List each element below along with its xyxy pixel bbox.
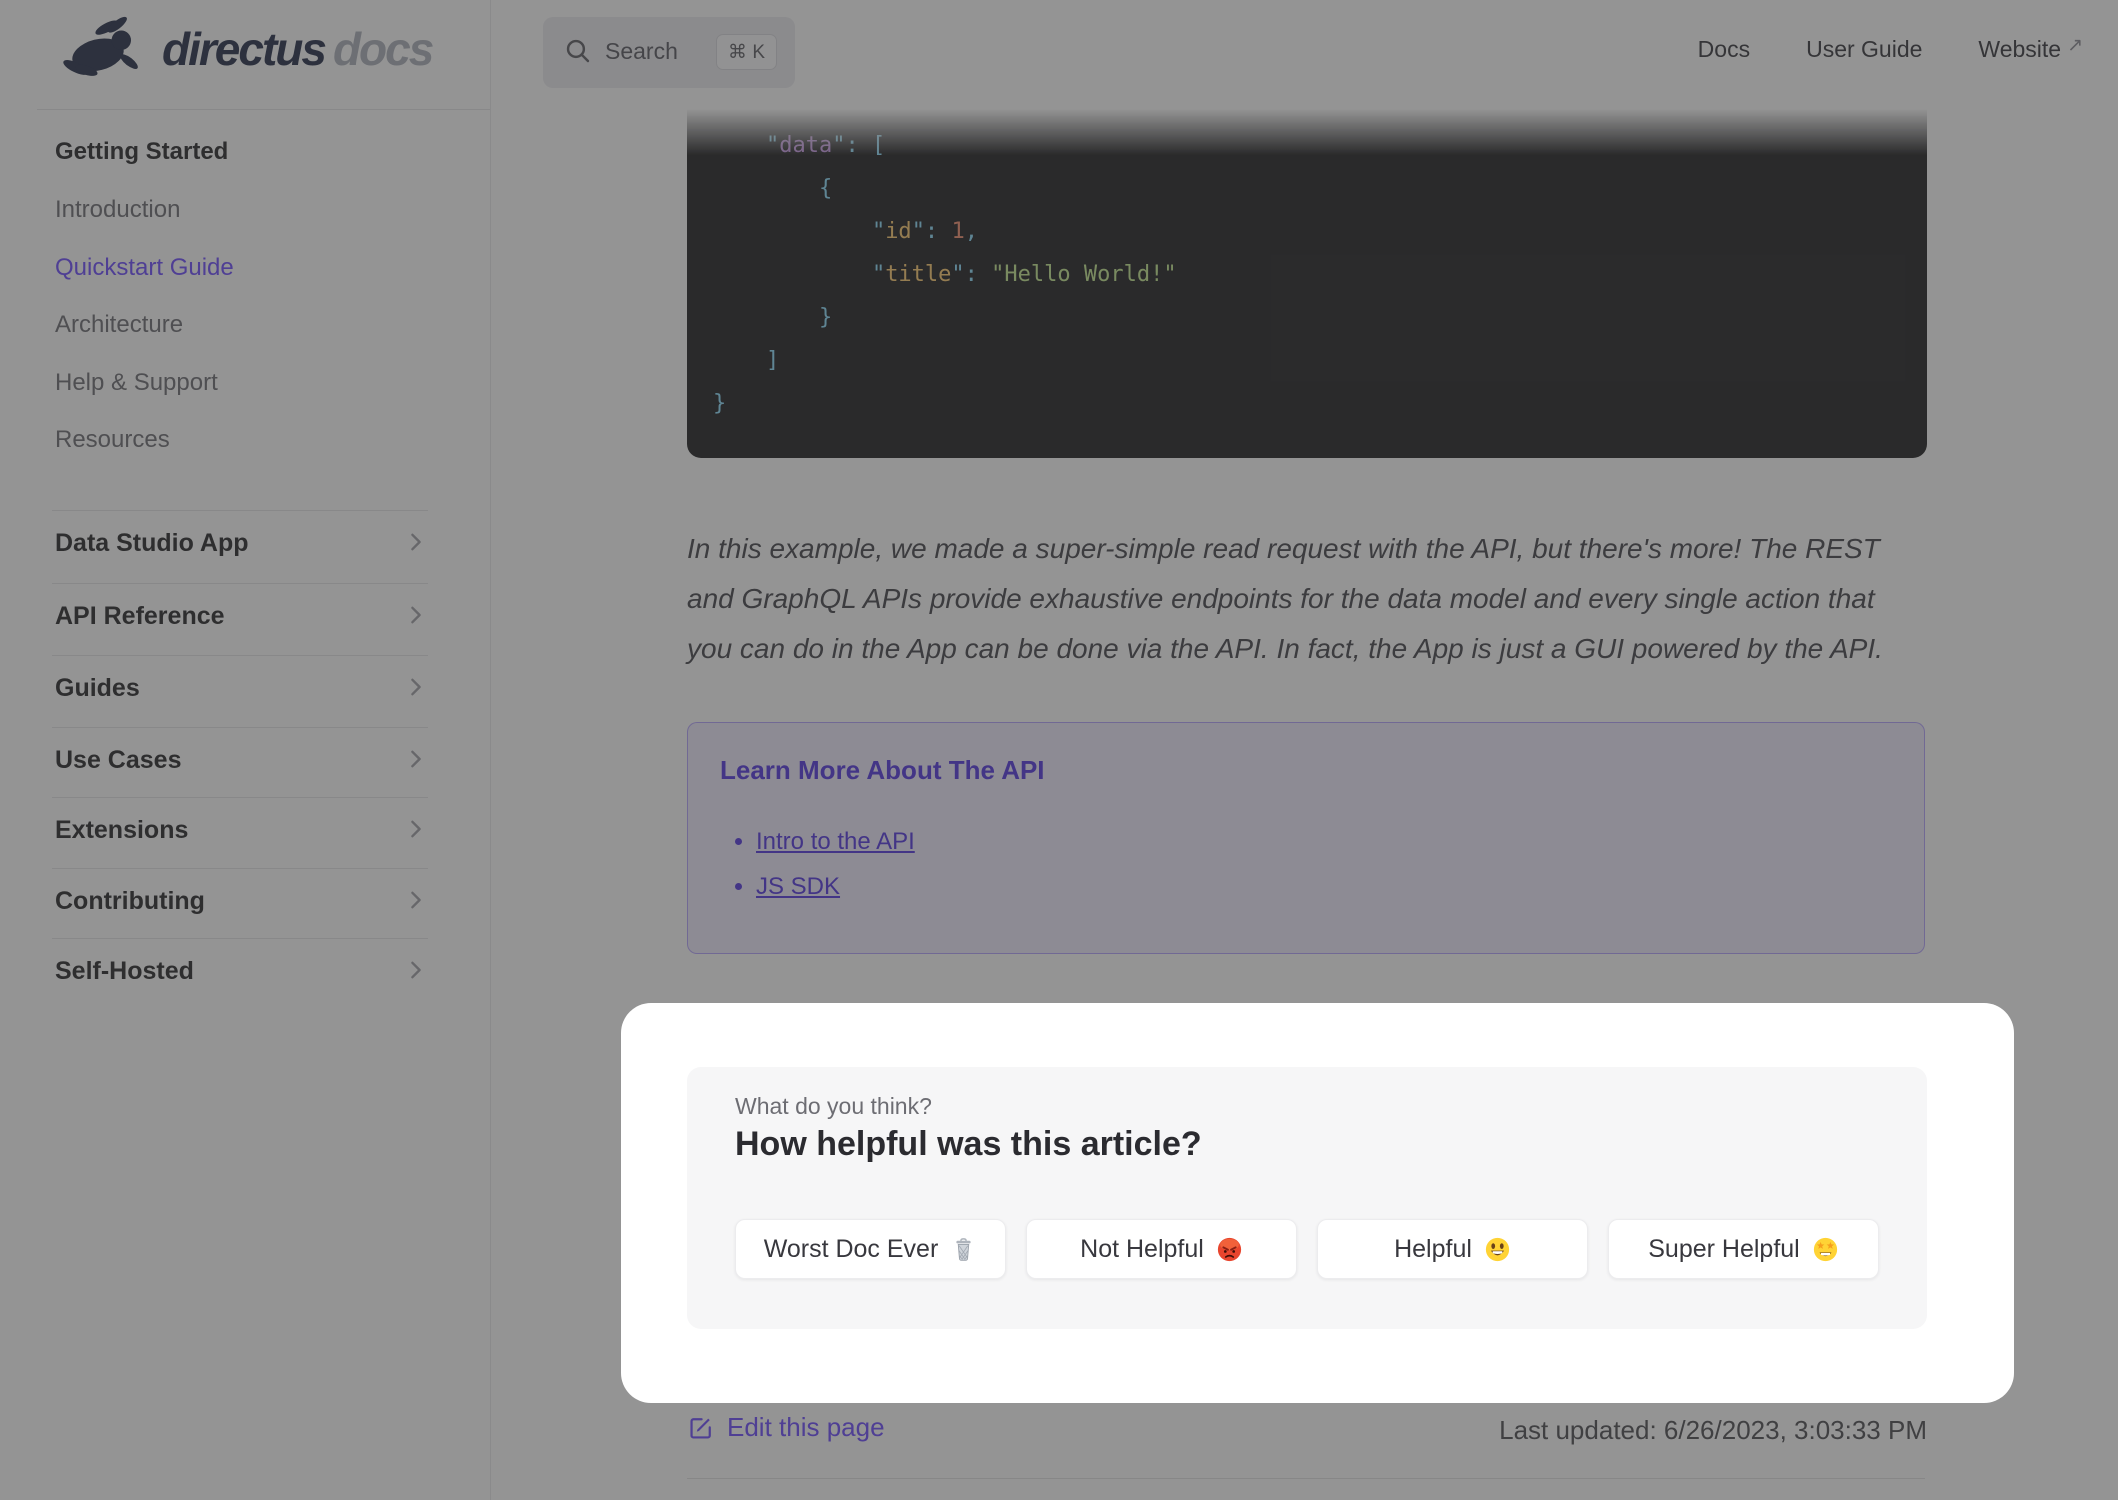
- helpful-button[interactable]: Helpful: [1317, 1219, 1588, 1279]
- super-helpful-button[interactable]: Super Helpful: [1608, 1219, 1879, 1279]
- not-helpful-button[interactable]: Not Helpful: [1026, 1219, 1297, 1279]
- worst-doc-ever-label: Worst Doc Ever: [763, 1234, 939, 1263]
- wastebasket-emoji-icon: [956, 1237, 971, 1261]
- feedback-eyebrow: What do you think?: [735, 1093, 932, 1119]
- feedback-question: How helpful was this article?: [735, 1125, 1202, 1163]
- angry-face-emoji-icon: [1217, 1237, 1241, 1261]
- feedback-spotlight: What do you think? How helpful was this …: [621, 1003, 2014, 1403]
- directus-docs-page: directusdocs Getting Started Introductio…: [0, 0, 2118, 1500]
- feedback-card: What do you think? How helpful was this …: [687, 1067, 1927, 1329]
- helpful-label: Helpful: [1394, 1234, 1472, 1263]
- grinning-face-emoji-icon: [1485, 1237, 1510, 1261]
- super-helpful-label: Super Helpful: [1648, 1234, 1800, 1263]
- worst-doc-ever-button[interactable]: Worst Doc Ever: [735, 1219, 1006, 1279]
- feedback-buttons: Worst Doc Ever Not Helpful Helpful Super…: [735, 1219, 1879, 1279]
- star-struck-emoji-icon: [1813, 1237, 1837, 1261]
- not-helpful-label: Not Helpful: [1080, 1234, 1204, 1263]
